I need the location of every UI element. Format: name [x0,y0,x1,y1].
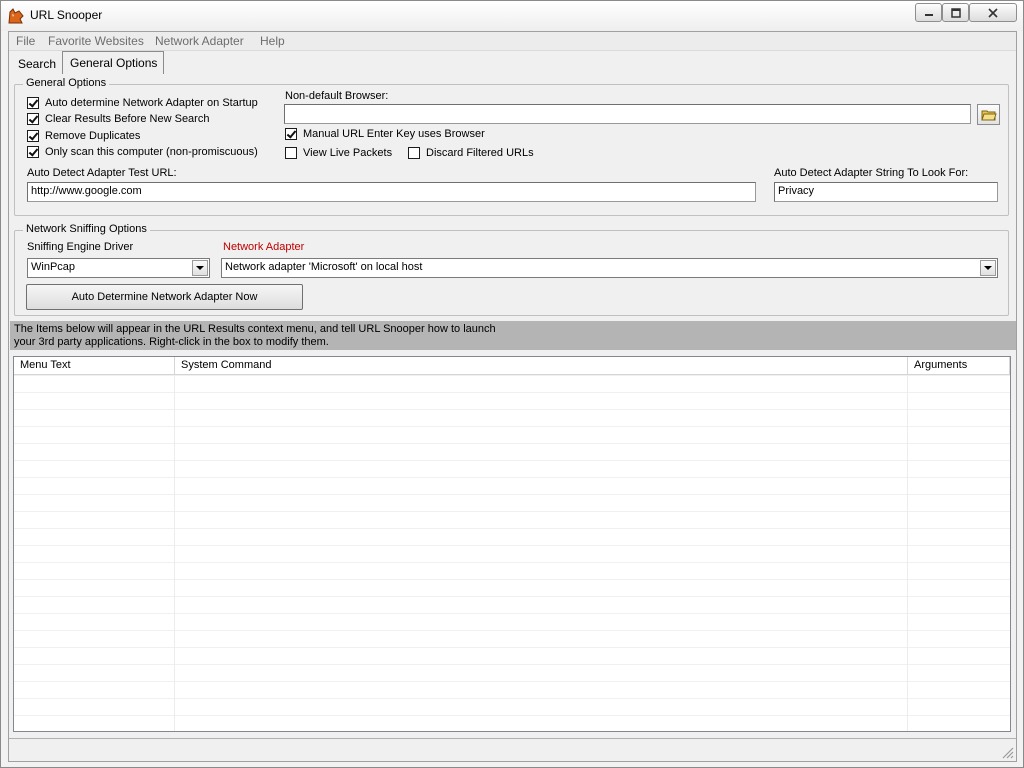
client-area: File Favorite Websites Network Adapter H… [8,31,1017,762]
folder-open-icon [980,110,997,120]
network-adapter-label: Network Adapter [223,241,305,253]
lookfor-input[interactable]: Privacy [774,182,998,202]
test-url-label: Auto Detect Adapter Test URL: [27,167,177,179]
checkbox-auto-determine[interactable]: Auto determine Network Adapter on Startu… [27,96,258,110]
close-button[interactable] [969,3,1017,22]
network-adapter-value: Network adapter 'Microsoft' on local hos… [225,261,423,273]
status-bar [9,738,1016,761]
checkbox-box[interactable] [27,97,39,109]
checkbox-box[interactable] [285,147,297,159]
menu-network-adapter[interactable]: Network Adapter [155,34,244,48]
info-banner: The Items below will appear in the URL R… [10,321,1016,350]
checkbox-only-scan[interactable]: Only scan this computer (non-promiscuous… [27,145,258,159]
checkbox-remove-duplicates[interactable]: Remove Duplicates [27,129,140,143]
network-adapter-select[interactable]: Network adapter 'Microsoft' on local hos… [221,258,998,278]
chevron-down-icon[interactable] [980,260,996,276]
column-divider [174,375,175,731]
general-options-group: General Options Auto determine Network A… [14,77,1009,216]
chevron-down-icon[interactable] [192,260,208,276]
checkbox-discard-filtered[interactable]: Discard Filtered URLs [408,146,534,160]
column-system-command[interactable]: System Command [175,357,908,375]
maximize-button[interactable] [942,3,969,22]
general-options-title: General Options [23,77,110,89]
engine-driver-label: Sniffing Engine Driver [27,241,134,253]
tab-general-options[interactable]: General Options [62,51,165,74]
checkbox-box[interactable] [27,113,39,125]
window-title: URL Snooper [30,8,103,22]
tab-search[interactable]: Search [11,55,62,73]
browse-folder-button[interactable] [977,104,1000,125]
fox-app-icon [8,8,24,24]
list-body[interactable] [14,375,1010,731]
menu-help[interactable]: Help [260,34,285,48]
tab-bar: Search General Options [9,51,1016,74]
menu-favorite-websites[interactable]: Favorite Websites [48,34,144,48]
checkbox-label: Remove Duplicates [45,130,141,142]
list-header: Menu Text System Command Arguments [14,357,1010,375]
checkbox-label: Only scan this computer (non-promiscuous… [45,146,258,158]
info-line-1: The Items below will appear in the URL R… [14,323,496,335]
column-arguments[interactable]: Arguments [908,357,1010,375]
browser-label: Non-default Browser: [285,90,389,102]
checkbox-box[interactable] [27,146,39,158]
checkbox-view-live-packets[interactable]: View Live Packets [285,146,392,160]
network-sniffing-group: Network Sniffing Options Sniffing Engine… [14,223,1009,316]
resize-grip-icon[interactable] [1000,745,1014,759]
maximize-icon [950,7,961,18]
checkbox-label: Clear Results Before New Search [45,113,210,125]
checkbox-box[interactable] [285,128,297,140]
checkbox-label: Discard Filtered URLs [426,147,534,159]
auto-determine-adapter-button[interactable]: Auto Determine Network Adapter Now [26,284,303,310]
checkbox-label: View Live Packets [303,147,393,159]
checkbox-box[interactable] [27,130,39,142]
menu-file[interactable]: File [16,34,35,48]
menu-bar: File Favorite Websites Network Adapter H… [9,32,1016,51]
checkbox-clear-results[interactable]: Clear Results Before New Search [27,112,209,126]
app-window: URL Snooper File Favorite Websites Netwo… [0,0,1024,768]
column-divider [907,375,908,731]
checkbox-box[interactable] [408,147,420,159]
test-url-input[interactable]: http://www.google.com [27,182,756,202]
info-line-2: your 3rd party applications. Right-click… [14,336,329,348]
lookfor-label: Auto Detect Adapter String To Look For: [774,167,969,179]
title-bar[interactable]: URL Snooper [1,1,1023,31]
close-icon [988,7,998,18]
minimize-icon [924,13,933,16]
checkbox-label: Auto determine Network Adapter on Startu… [45,97,258,109]
engine-driver-select[interactable]: WinPcap [27,258,210,278]
browser-path-input[interactable] [284,104,971,124]
checkbox-label: Manual URL Enter Key uses Browser [303,128,485,140]
minimize-button[interactable] [915,3,942,22]
column-menu-text[interactable]: Menu Text [14,357,175,375]
checkbox-manual-url[interactable]: Manual URL Enter Key uses Browser [285,127,485,141]
network-sniffing-title: Network Sniffing Options [23,223,150,235]
engine-driver-value: WinPcap [31,261,76,273]
commands-list[interactable]: Menu Text System Command Arguments [13,356,1011,732]
